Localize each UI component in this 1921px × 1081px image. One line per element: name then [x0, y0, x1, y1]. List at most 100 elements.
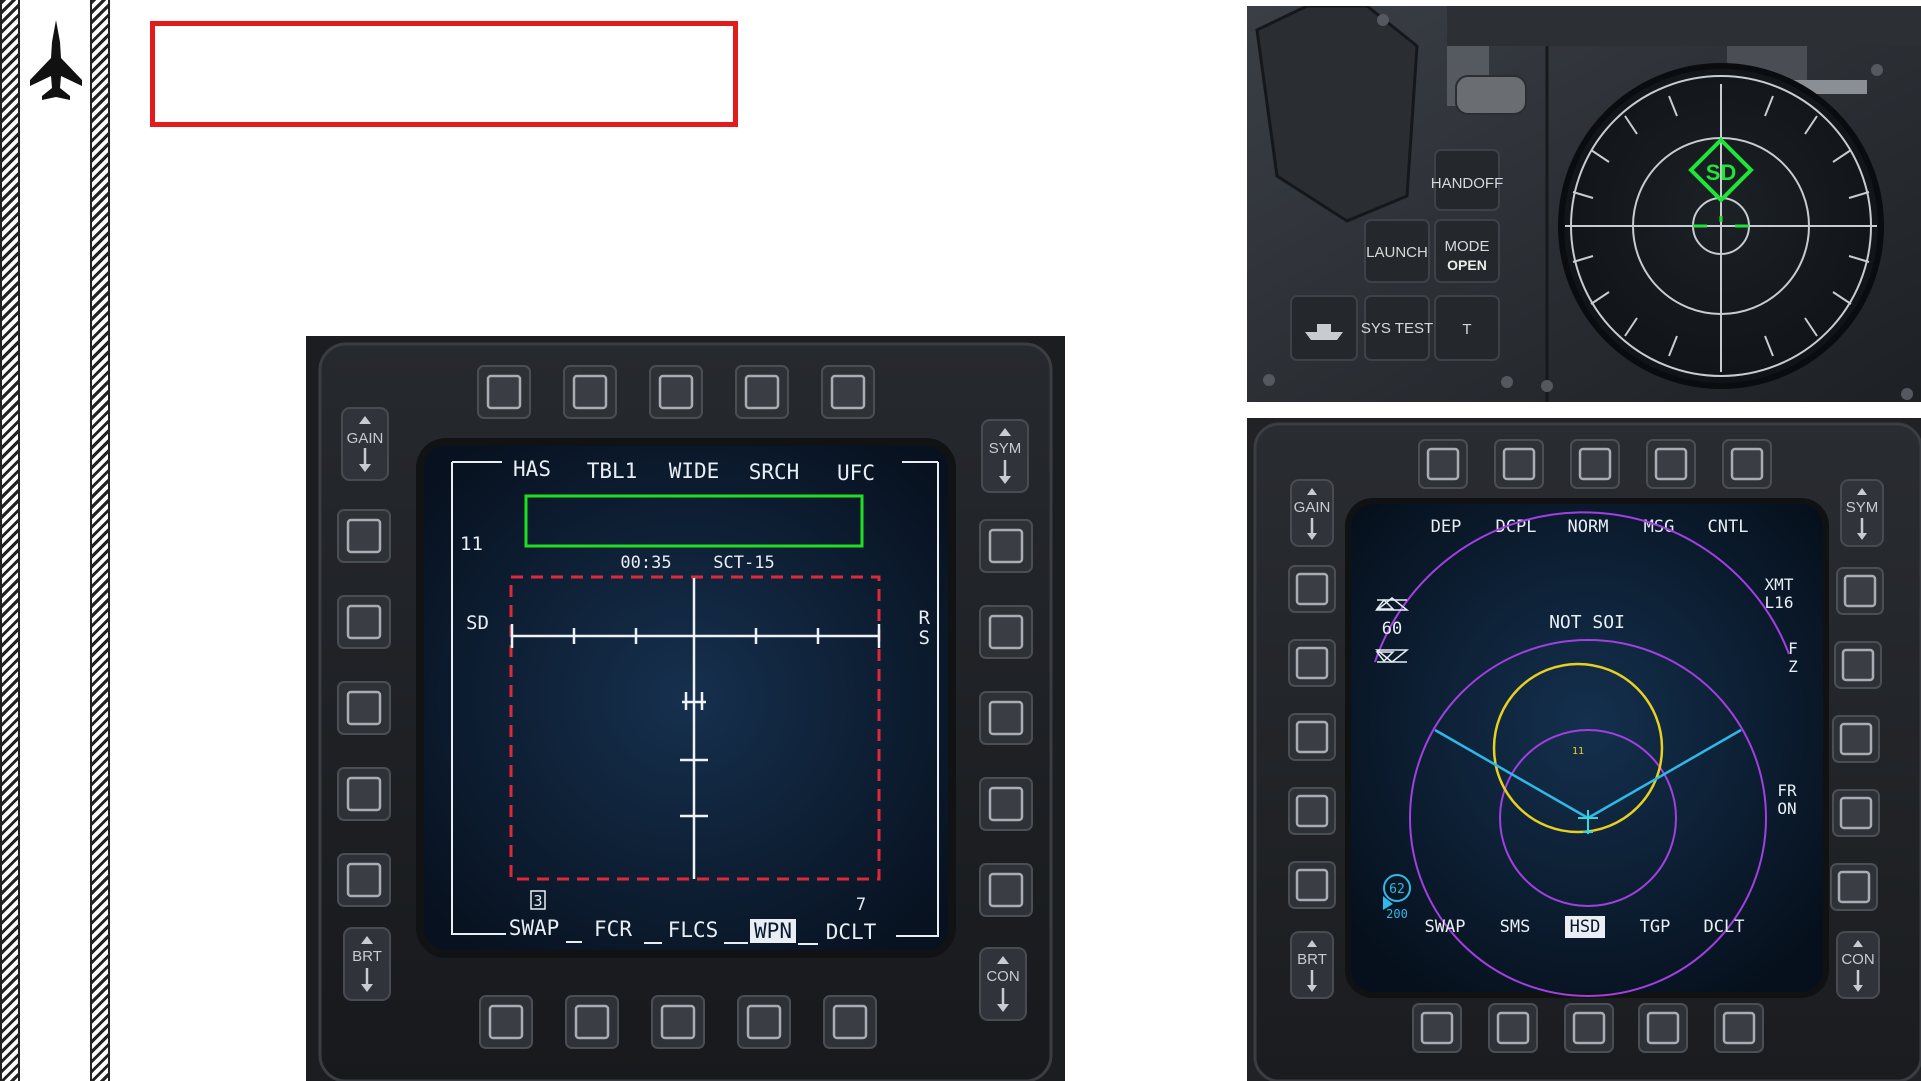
osb-left-2[interactable]: [337, 595, 391, 649]
t-label: T: [1462, 321, 1471, 338]
osb-top-1[interactable]: [1418, 439, 1468, 489]
osb-left-3[interactable]: [337, 681, 391, 735]
xmt-value[interactable]: L16: [1765, 593, 1794, 612]
fcr-bottom-label-2[interactable]: FCR: [594, 917, 632, 941]
osb-left-2[interactable]: [1288, 639, 1336, 687]
osb-right-1[interactable]: [1836, 567, 1884, 615]
fcr-bottom-label-5[interactable]: DCLT: [826, 920, 877, 944]
hsd-mfd: GAIN SYM BRT CON DEP DCPL NORM MSG CNTL: [1247, 418, 1921, 1081]
osb-right-1[interactable]: [979, 519, 1033, 573]
sym-rocker[interactable]: SYM: [1840, 479, 1884, 547]
hsd-top-label-1[interactable]: DEP: [1431, 517, 1462, 537]
osb-left-4[interactable]: [337, 767, 391, 821]
right-hatch-bar: [90, 0, 110, 1081]
fcr-top-label-4[interactable]: SRCH: [749, 460, 800, 484]
osb-bottom-5[interactable]: [1714, 1003, 1764, 1053]
osb-top-3[interactable]: [649, 365, 703, 419]
osb-top-5[interactable]: [821, 365, 875, 419]
fz-top[interactable]: F: [1788, 639, 1798, 658]
con-rocker[interactable]: CON: [1836, 931, 1880, 999]
osb-left-3[interactable]: [1288, 713, 1336, 761]
fcr-bottom-label-4[interactable]: WPN: [754, 919, 792, 943]
osb-right-4[interactable]: [979, 777, 1033, 831]
fcr-rs-label-s[interactable]: S: [919, 627, 930, 649]
osb-bottom-1[interactable]: [479, 995, 533, 1049]
osb-left-5[interactable]: [337, 853, 391, 907]
hsd-status: NOT SOI: [1549, 612, 1625, 633]
osb-right-5[interactable]: [1830, 863, 1878, 911]
osb-right-2[interactable]: [979, 605, 1033, 659]
hsd-bottom-label-4[interactable]: TGP: [1640, 917, 1671, 937]
fcr-top-label-3[interactable]: WIDE: [669, 459, 720, 483]
fr-label[interactable]: FR: [1777, 781, 1797, 800]
hsd-bottom-label-5[interactable]: DCLT: [1704, 917, 1745, 937]
osb-bottom-1[interactable]: [1412, 1003, 1462, 1053]
hsd-top-label-2[interactable]: DCPL: [1496, 517, 1537, 537]
osb-left-5[interactable]: [1288, 861, 1336, 909]
harm-scope: SD: [1558, 63, 1884, 389]
fcr-top-label-5[interactable]: UFC: [837, 461, 875, 485]
gain-rocker[interactable]: GAIN: [1290, 479, 1334, 547]
osb-bottom-2[interactable]: [565, 995, 619, 1049]
hsd-bottom-label-3[interactable]: HSD: [1570, 917, 1601, 937]
osb-left-1[interactable]: [1288, 565, 1336, 613]
fz-bottom[interactable]: Z: [1788, 657, 1798, 676]
osb-left-4[interactable]: [1288, 787, 1336, 835]
osb-bottom-4[interactable]: [737, 995, 791, 1049]
hsd-top-label-3[interactable]: NORM: [1568, 517, 1609, 537]
range-value: 60: [1382, 619, 1402, 639]
osb-bottom-3[interactable]: [1564, 1003, 1614, 1053]
osb-bottom-4[interactable]: [1638, 1003, 1688, 1053]
osb-right-3[interactable]: [979, 691, 1033, 745]
gain-label: GAIN: [1294, 499, 1331, 516]
fcr-bottom-label-1[interactable]: SWAP: [509, 916, 560, 940]
fcr-rs-label-r[interactable]: R: [919, 607, 931, 629]
osb-right-5[interactable]: [979, 863, 1033, 917]
scope-symbol: SD: [1706, 160, 1737, 185]
osb-bottom-3[interactable]: [651, 995, 705, 1049]
fcr-sd-label[interactable]: SD: [466, 612, 489, 634]
highlight-box: [150, 21, 738, 127]
xmt-label[interactable]: XMT: [1765, 575, 1794, 594]
brt-rocker[interactable]: BRT: [343, 927, 391, 1001]
osb-bottom-2[interactable]: [1488, 1003, 1538, 1053]
fcr-bottom-label-3[interactable]: FLCS: [668, 918, 719, 942]
sys-test-button[interactable]: SYS TEST: [1361, 295, 1433, 361]
hsd-bottom-label-2[interactable]: SMS: [1500, 917, 1531, 937]
launch-button[interactable]: LAUNCH: [1364, 219, 1430, 283]
osb-right-4[interactable]: [1832, 789, 1880, 837]
osb-right-2[interactable]: [1834, 641, 1882, 689]
osb-top-3[interactable]: [1570, 439, 1620, 489]
osb-top-4[interactable]: [1646, 439, 1696, 489]
con-label: CON: [986, 968, 1019, 985]
on-label[interactable]: ON: [1777, 799, 1796, 818]
con-rocker[interactable]: CON: [979, 947, 1027, 1021]
mode-button[interactable]: MODE OPEN: [1434, 219, 1500, 283]
osb-top-1[interactable]: [477, 365, 531, 419]
brt-rocker[interactable]: BRT: [1290, 931, 1334, 999]
screw-icon: [1871, 64, 1883, 76]
osb-right-3[interactable]: [1832, 715, 1880, 763]
osb-bottom-5[interactable]: [823, 995, 877, 1049]
osb-top-2[interactable]: [1494, 439, 1544, 489]
ship-button[interactable]: [1290, 295, 1358, 361]
t-button[interactable]: T: [1434, 295, 1500, 361]
hsd-bottom-label-1[interactable]: SWAP: [1425, 917, 1466, 937]
ring-label: 11: [1572, 746, 1584, 757]
osb-top-2[interactable]: [563, 365, 617, 419]
sym-rocker[interactable]: SYM: [981, 419, 1029, 493]
gain-rocker[interactable]: GAIN: [341, 407, 389, 481]
mode-label: MODE: [1445, 238, 1490, 255]
osb-left-1[interactable]: [337, 509, 391, 563]
handoff-button[interactable]: HANDOFF: [1431, 149, 1504, 211]
fcr-top-label-1[interactable]: HAS: [513, 457, 551, 481]
con-label: CON: [1841, 951, 1874, 968]
sys-test-label: SYS TEST: [1361, 320, 1433, 337]
fcr-mfd: GAIN SYM BRT CON HAS TBL1 WIDE SRCH UFC …: [306, 336, 1065, 1081]
sym-label: SYM: [1846, 499, 1879, 516]
fcr-top-label-2[interactable]: TBL1: [587, 459, 638, 483]
hsd-top-label-4[interactable]: MSG: [1644, 517, 1675, 537]
osb-top-5[interactable]: [1722, 439, 1772, 489]
hsd-top-label-5[interactable]: CNTL: [1708, 517, 1749, 537]
osb-top-4[interactable]: [735, 365, 789, 419]
